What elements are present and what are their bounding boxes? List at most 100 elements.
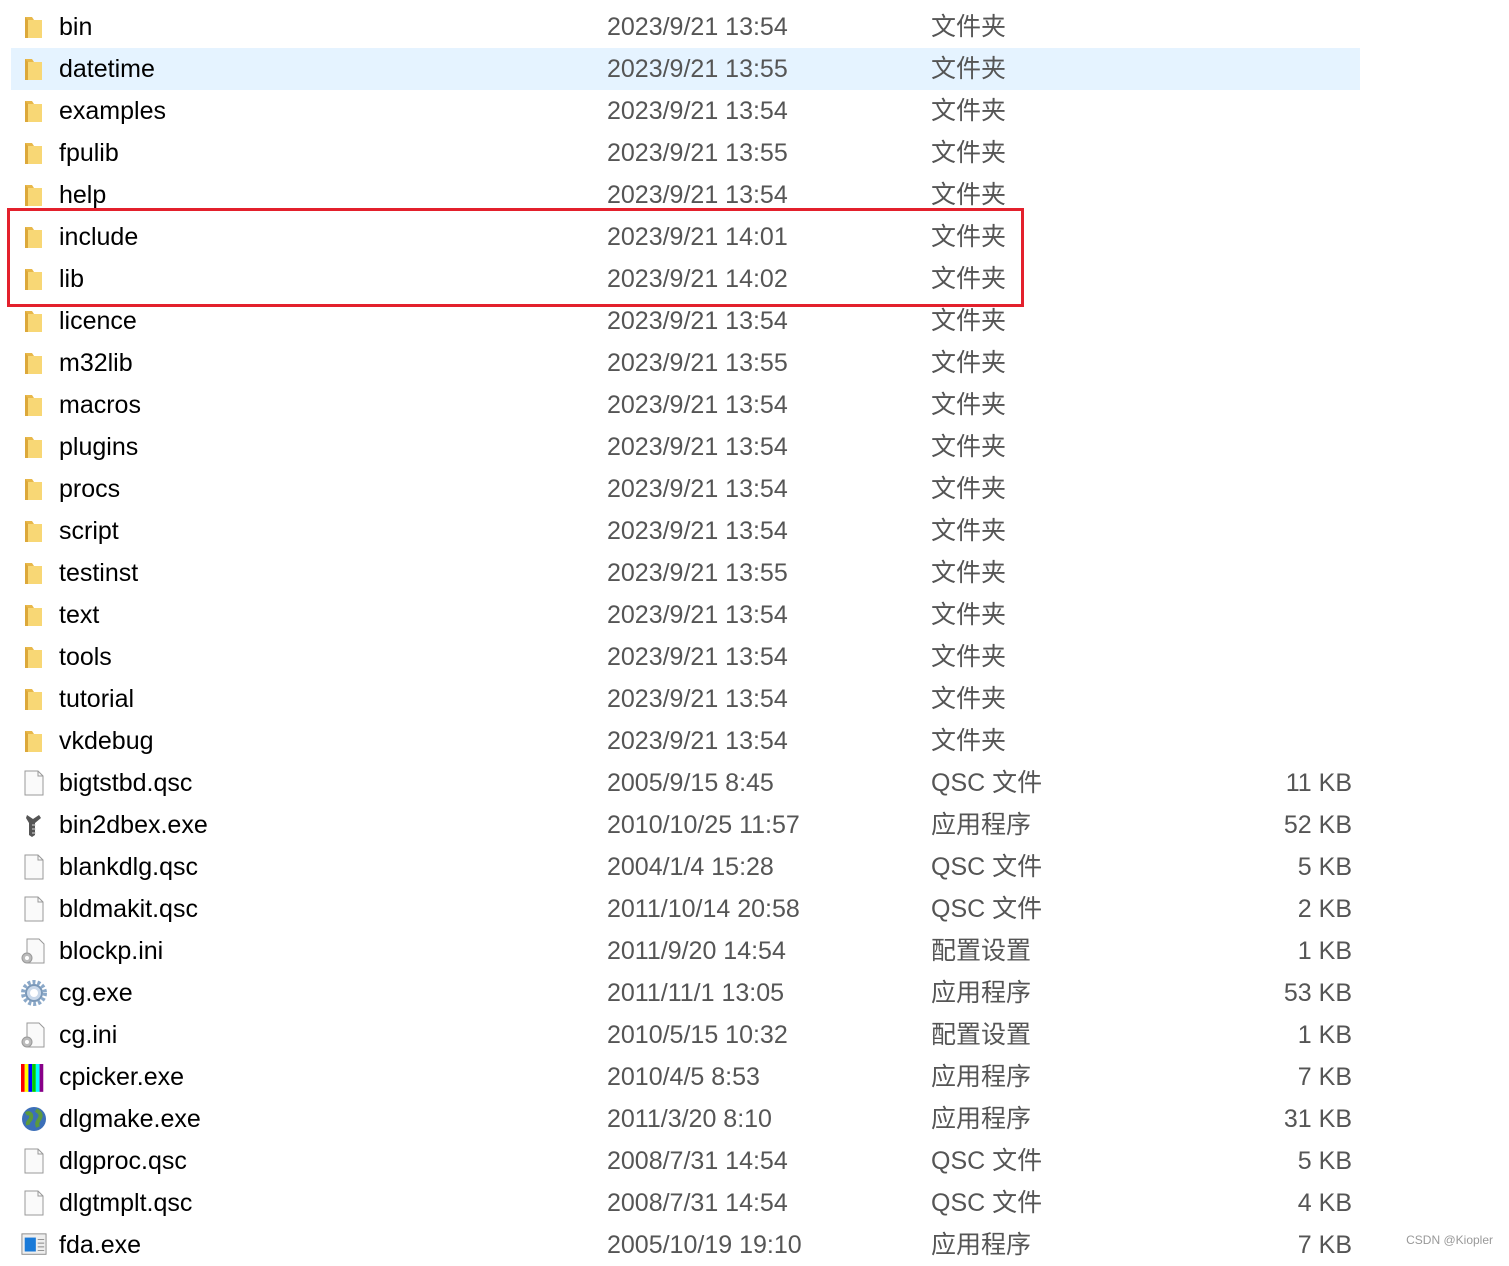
file-type: 文件夹 <box>931 601 1007 629</box>
file-type: 应用程序 <box>931 1105 1032 1133</box>
file-type: 文件夹 <box>931 307 1007 335</box>
file-row[interactable]: cpicker.exe 2010/4/5 8:53 应用程序 7 KB <box>11 1056 1360 1098</box>
file-size: 52 KB <box>1283 811 1352 839</box>
folder-icon <box>21 224 47 250</box>
file-date: 2023/9/21 13:54 <box>607 601 788 629</box>
file-date: 2023/9/21 13:54 <box>607 727 788 755</box>
folder-icon <box>21 308 47 334</box>
file-row[interactable]: licence 2023/9/21 13:54 文件夹 <box>11 300 1360 342</box>
file-date: 2023/9/21 13:54 <box>607 685 788 713</box>
file-name: dlgtmplt.qsc <box>59 1189 193 1217</box>
folder-icon <box>21 266 47 292</box>
file-date: 2023/9/21 13:54 <box>607 475 788 503</box>
file-date: 2005/9/15 8:45 <box>607 769 774 797</box>
file-row[interactable]: text 2023/9/21 13:54 文件夹 <box>11 594 1360 636</box>
file-row[interactable]: bigtstbd.qsc 2005/9/15 8:45 QSC 文件 11 KB <box>11 762 1360 804</box>
file-size: 53 KB <box>1283 979 1352 1007</box>
file-size: 5 KB <box>1297 1147 1352 1175</box>
globe-icon <box>21 1106 47 1132</box>
file-type: 配置设置 <box>931 937 1032 965</box>
folder-icon <box>21 140 47 166</box>
file-row[interactable]: bldmakit.qsc 2011/10/14 20:58 QSC 文件 2 K… <box>11 888 1360 930</box>
watermark: CSDN @Kiopler <box>1406 1233 1493 1247</box>
file-row[interactable]: blankdlg.qsc 2004/1/4 15:28 QSC 文件 5 KB <box>11 846 1360 888</box>
folder-icon <box>21 476 47 502</box>
file-type: 应用程序 <box>931 1063 1032 1091</box>
file-icon <box>21 770 47 796</box>
file-name: licence <box>59 307 137 335</box>
color-bars-icon <box>21 1064 47 1092</box>
file-name: blankdlg.qsc <box>59 853 198 881</box>
file-name: fda.exe <box>59 1231 142 1259</box>
file-date: 2023/9/21 14:02 <box>607 265 788 293</box>
folder-icon <box>21 350 47 376</box>
file-row[interactable]: tools 2023/9/21 13:54 文件夹 <box>11 636 1360 678</box>
file-date: 2005/10/19 19:10 <box>607 1231 802 1259</box>
file-row[interactable]: examples 2023/9/21 13:54 文件夹 <box>11 90 1360 132</box>
file-row[interactable]: dlgproc.qsc 2008/7/31 14:54 QSC 文件 5 KB <box>11 1140 1360 1182</box>
file-type: 应用程序 <box>931 1231 1032 1259</box>
file-type: QSC 文件 <box>931 895 1043 923</box>
file-row[interactable]: include 2023/9/21 14:01 文件夹 <box>11 216 1360 258</box>
file-row[interactable]: vkdebug 2023/9/21 13:54 文件夹 <box>11 720 1360 762</box>
file-row[interactable]: procs 2023/9/21 13:54 文件夹 <box>11 468 1360 510</box>
file-row[interactable]: testinst 2023/9/21 13:55 文件夹 <box>11 552 1360 594</box>
file-type: 文件夹 <box>931 55 1007 83</box>
file-name: vkdebug <box>59 727 154 755</box>
file-row[interactable]: m32lib 2023/9/21 13:55 文件夹 <box>11 342 1360 384</box>
file-row[interactable]: fpulib 2023/9/21 13:55 文件夹 <box>11 132 1360 174</box>
settings-file-icon <box>21 1022 47 1048</box>
file-icon <box>21 854 47 880</box>
file-type: 应用程序 <box>931 979 1032 1007</box>
file-name: examples <box>59 97 166 125</box>
file-icon <box>21 1190 47 1216</box>
file-icon <box>21 1148 47 1174</box>
file-type: QSC 文件 <box>931 769 1043 797</box>
file-name: bigtstbd.qsc <box>59 769 193 797</box>
file-name: tools <box>59 643 112 671</box>
file-row[interactable]: help 2023/9/21 13:54 文件夹 <box>11 174 1360 216</box>
file-name: bin <box>59 13 93 41</box>
file-row[interactable]: script 2023/9/21 13:54 文件夹 <box>11 510 1360 552</box>
file-row[interactable]: bin 2023/9/21 13:54 文件夹 <box>11 6 1360 48</box>
folder-icon <box>21 434 47 460</box>
file-date: 2023/9/21 13:54 <box>607 517 788 545</box>
file-name: cpicker.exe <box>59 1063 185 1091</box>
file-row[interactable]: datetime 2023/9/21 13:55 文件夹 <box>11 48 1360 90</box>
file-date: 2011/9/20 14:54 <box>607 937 786 965</box>
folder-icon <box>21 560 47 586</box>
file-name: help <box>59 181 107 209</box>
file-row[interactable]: blockp.ini 2011/9/20 14:54 配置设置 1 KB <box>11 930 1360 972</box>
file-date: 2011/11/1 13:05 <box>607 979 785 1007</box>
file-date: 2023/9/21 13:55 <box>607 139 788 167</box>
file-row[interactable]: cg.ini 2010/5/15 10:32 配置设置 1 KB <box>11 1014 1360 1056</box>
folder-icon <box>21 392 47 418</box>
file-row[interactable]: bin2dbex.exe 2010/10/25 11:57 应用程序 52 KB <box>11 804 1360 846</box>
window-app-icon <box>21 1232 47 1258</box>
file-date: 2023/9/21 13:55 <box>607 559 788 587</box>
file-row[interactable]: fda.exe 2005/10/19 19:10 应用程序 7 KB <box>11 1224 1360 1266</box>
tool-app-icon <box>21 812 47 838</box>
file-type: 文件夹 <box>931 223 1007 251</box>
file-type: 文件夹 <box>931 97 1007 125</box>
file-type: 配置设置 <box>931 1021 1032 1049</box>
file-row[interactable]: dlgtmplt.qsc 2008/7/31 14:54 QSC 文件 4 KB <box>11 1182 1360 1224</box>
file-name: include <box>59 223 139 251</box>
folder-icon <box>21 686 47 712</box>
file-type: 文件夹 <box>931 475 1007 503</box>
file-name: dlgproc.qsc <box>59 1147 187 1175</box>
folder-icon <box>21 14 47 40</box>
file-date: 2008/7/31 14:54 <box>607 1147 788 1175</box>
file-date: 2023/9/21 13:54 <box>607 391 788 419</box>
gear-app-icon <box>21 980 47 1006</box>
file-date: 2023/9/21 13:54 <box>607 13 788 41</box>
file-name: plugins <box>59 433 139 461</box>
file-row[interactable]: macros 2023/9/21 13:54 文件夹 <box>11 384 1360 426</box>
file-row[interactable]: cg.exe 2011/11/1 13:05 应用程序 53 KB <box>11 972 1360 1014</box>
file-row[interactable]: tutorial 2023/9/21 13:54 文件夹 <box>11 678 1360 720</box>
file-row[interactable]: plugins 2023/9/21 13:54 文件夹 <box>11 426 1360 468</box>
folder-icon <box>21 644 47 670</box>
file-name: macros <box>59 391 141 419</box>
file-row[interactable]: lib 2023/9/21 14:02 文件夹 <box>11 258 1360 300</box>
file-row[interactable]: dlgmake.exe 2011/3/20 8:10 应用程序 31 KB <box>11 1098 1360 1140</box>
